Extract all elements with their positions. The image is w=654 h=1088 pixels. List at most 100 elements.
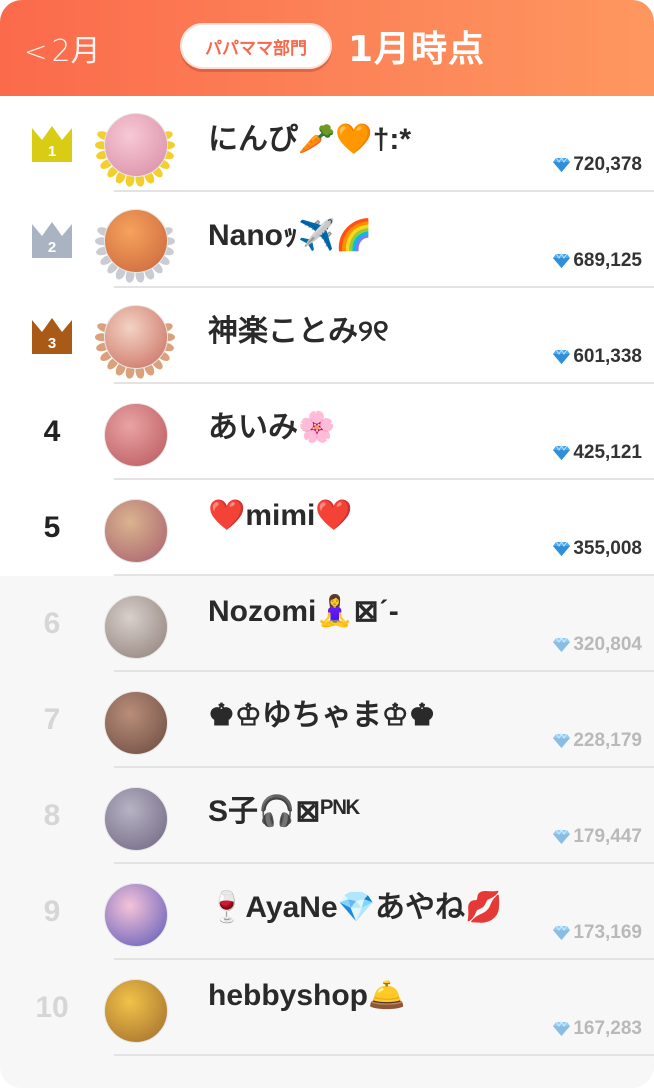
streamer-name[interactable]: あいみ🌸 (208, 402, 335, 446)
back-button[interactable]: <2月 (24, 26, 101, 70)
department-badge[interactable]: パパママ部門 (180, 23, 332, 69)
ranking-row[interactable]: 1 にんぴ🥕🧡†:* 720,378 (0, 96, 654, 192)
list-footer-space (0, 1056, 654, 1088)
avatar-container[interactable] (95, 875, 175, 955)
rank-number: 7 (43, 703, 61, 736)
score-value: 689,125 (573, 250, 642, 271)
avatar (104, 305, 168, 369)
score: 601,338 (552, 346, 642, 368)
streamer-name[interactable]: S子🎧⊠ᴾᴺᴷ (208, 786, 360, 830)
diamond-icon (553, 349, 571, 364)
ranking-row[interactable]: 5 ❤️mimi❤️ 355,008 (0, 480, 654, 576)
rank-indicator: 4 (20, 408, 84, 456)
rank-number: 6 (43, 607, 61, 640)
crown-icon: 2 (30, 220, 74, 260)
crown-icon: 1 (30, 124, 74, 164)
diamond-icon (553, 253, 571, 268)
rank-number: 1 (47, 143, 57, 160)
score: 179,447 (552, 826, 642, 848)
rank-indicator: 6 (20, 600, 84, 648)
diamond-icon (553, 445, 571, 460)
score-value: 355,008 (573, 538, 642, 559)
avatar (104, 209, 168, 273)
streamer-name[interactable]: ❤️mimi❤️ (208, 498, 353, 533)
score-value: 173,169 (573, 922, 642, 943)
avatar-container[interactable] (95, 491, 175, 571)
score: 228,179 (552, 730, 642, 752)
rank-number: 4 (43, 415, 61, 448)
rank-indicator: 7 (20, 696, 84, 744)
rank-indicator: 5 (20, 504, 84, 552)
avatar-container[interactable] (95, 683, 175, 763)
rank-indicator: 1 (20, 120, 84, 168)
rank-indicator: 10 (20, 984, 84, 1032)
streamer-name[interactable]: 🍷AyaNe💎あやね💋 (208, 882, 502, 926)
rank-number: 3 (47, 335, 57, 352)
score-value: 179,447 (573, 826, 642, 847)
streamer-name[interactable]: Nozomi🧘‍♀️⊠ˊ- (208, 594, 399, 629)
score-value: 601,338 (573, 346, 642, 367)
avatar (104, 595, 168, 659)
diamond-icon (553, 637, 571, 652)
streamer-name[interactable]: にんぴ🥕🧡†:* (208, 114, 411, 158)
rank-indicator: 9 (20, 888, 84, 936)
diamond-icon (553, 541, 571, 556)
score-value: 720,378 (573, 154, 642, 175)
avatar (104, 113, 168, 177)
crown-icon: 3 (30, 316, 74, 356)
ranking-row[interactable]: 8 S子🎧⊠ᴾᴺᴷ 179,447 (0, 768, 654, 864)
chevron-left-icon: < (24, 35, 48, 68)
score-value: 167,283 (573, 1018, 642, 1039)
ranking-row[interactable]: 9 🍷AyaNe💎あやね💋 173,169 (0, 864, 654, 960)
diamond-icon (553, 157, 571, 172)
score: 320,804 (552, 634, 642, 656)
score: 167,283 (552, 1018, 642, 1040)
ranking-row[interactable]: 4 あいみ🌸 425,121 (0, 384, 654, 480)
diamond-icon (553, 925, 571, 940)
avatar-container[interactable] (95, 203, 175, 283)
streamer-name[interactable]: ♚♔ゆちゃま♔♚ (208, 690, 436, 734)
rank-number: 9 (43, 895, 61, 928)
avatar-container[interactable] (95, 395, 175, 475)
score: 355,008 (552, 538, 642, 560)
ranking-row[interactable]: 7 ♚♔ゆちゃま♔♚ 228,179 (0, 672, 654, 768)
avatar-container[interactable] (95, 299, 175, 379)
diamond-icon (553, 733, 571, 748)
score: 720,378 (552, 154, 642, 176)
streamer-name[interactable]: hebbyshop🛎️ (208, 978, 405, 1013)
ranking-row[interactable]: 2 Nanoｯ✈️🌈 689,125 (0, 192, 654, 288)
score: 173,169 (552, 922, 642, 944)
avatar-container[interactable] (95, 587, 175, 667)
rank-number: 10 (35, 991, 69, 1024)
ranking-row[interactable]: 6 Nozomi🧘‍♀️⊠ˊ- 320,804 (0, 576, 654, 672)
avatar (104, 403, 168, 467)
avatar (104, 787, 168, 851)
rank-indicator: 2 (20, 216, 84, 264)
ranking-row[interactable]: 10 hebbyshop🛎️ 167,283 (0, 960, 654, 1056)
back-label: 2月 (51, 34, 101, 69)
diamond-icon (553, 1021, 571, 1036)
avatar-container[interactable] (95, 107, 175, 187)
score-value: 425,121 (573, 442, 642, 463)
ranking-row[interactable]: 3 神楽ことみ୨୧ 601,338 (0, 288, 654, 384)
header-bar: <2月 パパママ部門 1月時点 (0, 0, 654, 96)
score-value: 320,804 (573, 634, 642, 655)
rank-number: 8 (43, 799, 61, 832)
ranking-list: 1 にんぴ🥕🧡†:* 720,378 2 Nanoｯ✈️🌈 689,125 3 神楽ことみ୨୧… (0, 96, 654, 1056)
score: 689,125 (552, 250, 642, 272)
ranking-card: <2月 パパママ部門 1月時点 1 にんぴ🥕🧡†:* 720,378 2 Nanoｯ✈️… (0, 0, 654, 1088)
page-title: 1月時点 (348, 29, 486, 70)
rank-indicator: 3 (20, 312, 84, 360)
avatar (104, 883, 168, 947)
avatar (104, 979, 168, 1043)
avatar-container[interactable] (95, 779, 175, 859)
rank-number: 5 (43, 511, 61, 544)
avatar (104, 499, 168, 563)
avatar-container[interactable] (95, 971, 175, 1051)
rank-indicator: 8 (20, 792, 84, 840)
score-value: 228,179 (573, 730, 642, 751)
streamer-name[interactable]: 神楽ことみ୨୧ (208, 306, 389, 350)
avatar (104, 691, 168, 755)
diamond-icon (553, 829, 571, 844)
streamer-name[interactable]: Nanoｯ✈️🌈 (208, 210, 373, 254)
